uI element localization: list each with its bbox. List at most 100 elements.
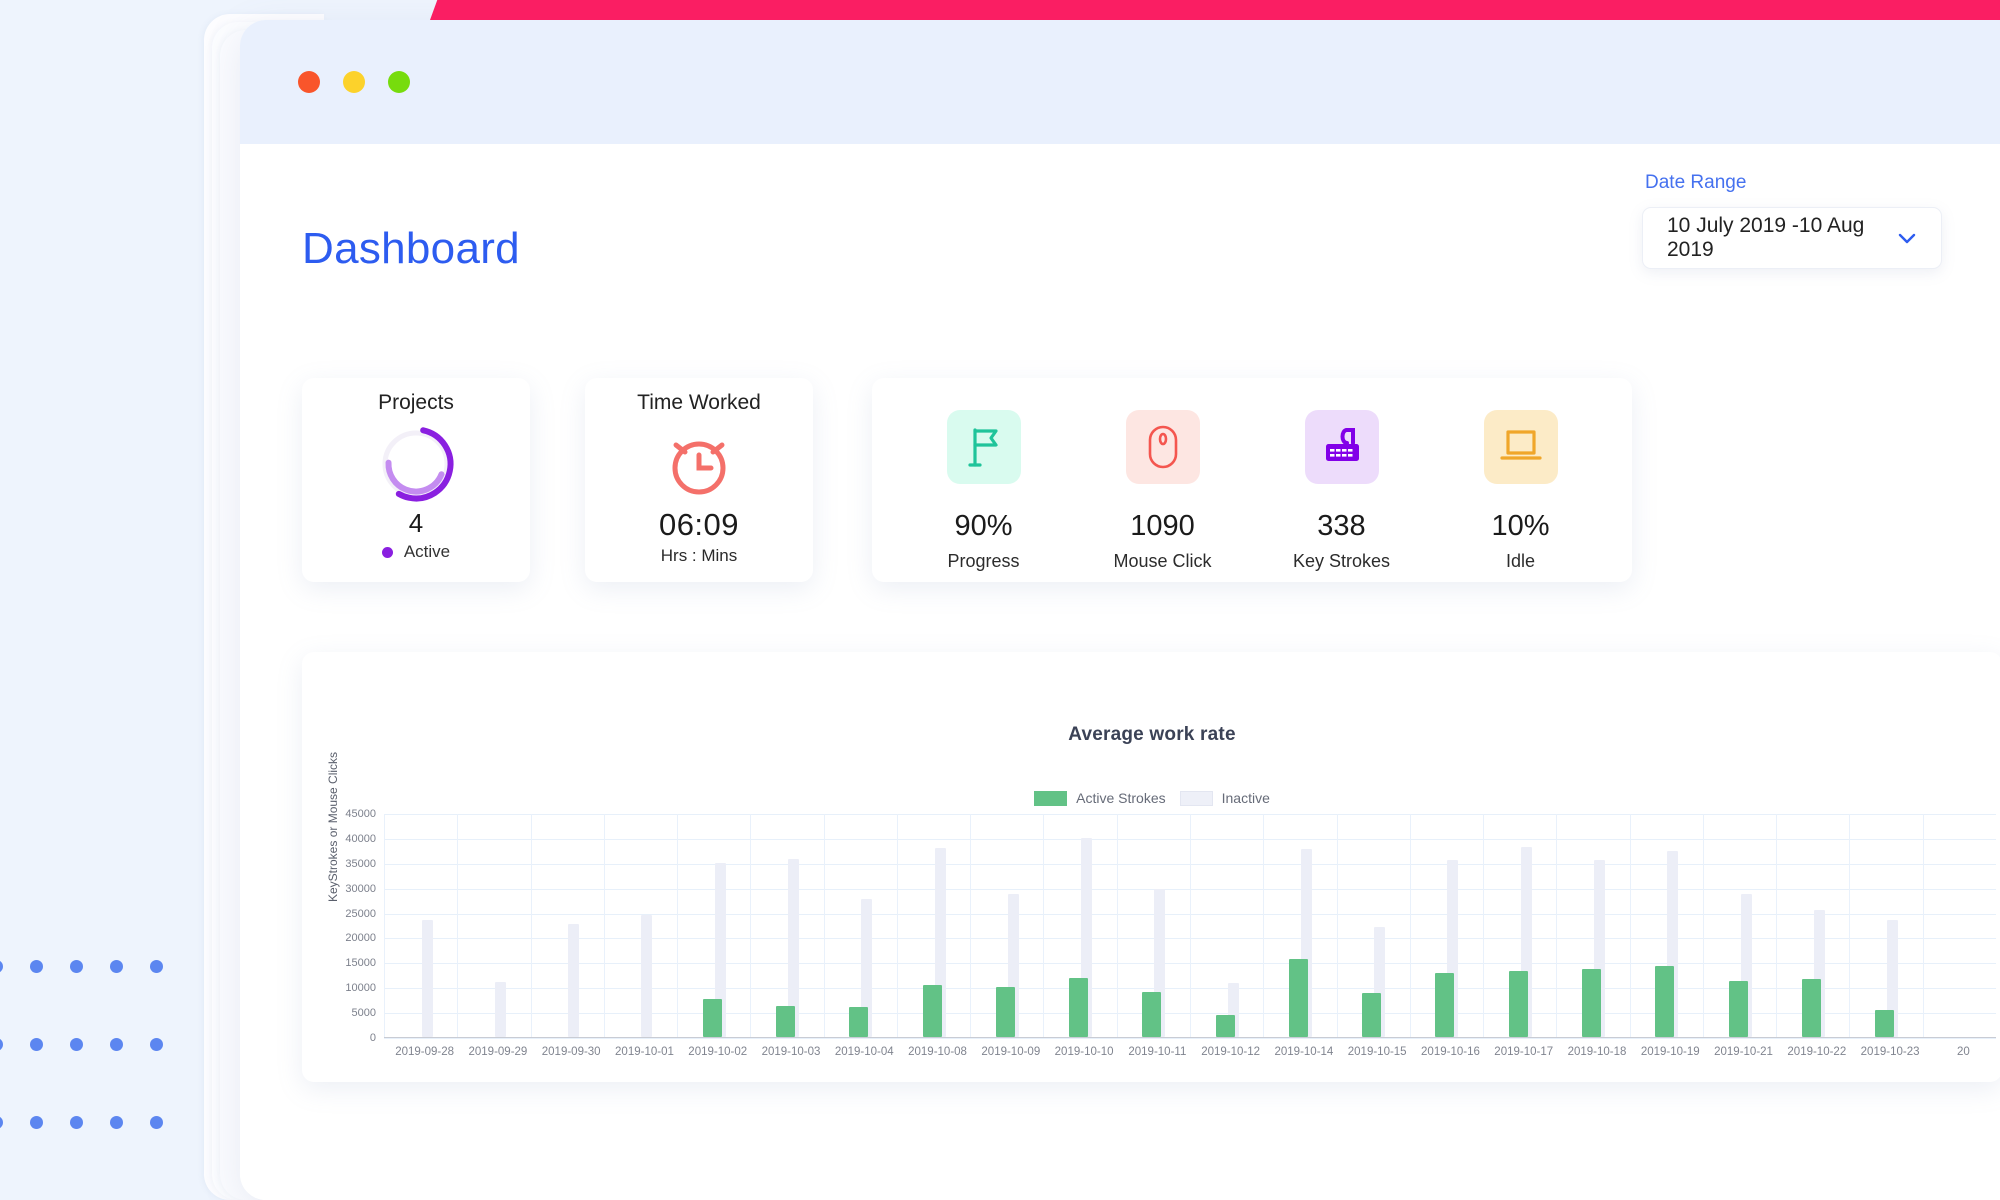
grid-line-vertical bbox=[1483, 814, 1485, 1037]
metric-key-strokes: 338 Key Strokes bbox=[1267, 410, 1417, 572]
grid-line-vertical bbox=[1922, 814, 1924, 1037]
decorative-dot bbox=[110, 1116, 123, 1129]
x-axis-tick: 2019-10-19 bbox=[1640, 1046, 1700, 1058]
metric-mouse-click-value: 1090 bbox=[1130, 510, 1195, 542]
decorative-dot bbox=[30, 1116, 43, 1129]
decorative-dot bbox=[150, 1116, 163, 1129]
legend-item-active-strokes[interactable]: Active Strokes bbox=[1034, 790, 1166, 806]
flag-icon bbox=[967, 428, 998, 467]
mouse-icon bbox=[1148, 425, 1177, 469]
x-axis-tick: 2019-10-17 bbox=[1494, 1046, 1554, 1058]
x-axis-tick: 2019-09-29 bbox=[468, 1046, 528, 1058]
x-axis-tick: 2019-10-21 bbox=[1714, 1046, 1773, 1058]
bar-active[interactable] bbox=[1582, 969, 1601, 1037]
bar-active[interactable] bbox=[1069, 977, 1089, 1037]
projects-donut bbox=[302, 423, 530, 505]
browser-window: Dashboard Date Range 10 July 2019 -10 Au… bbox=[240, 20, 2000, 1200]
y-axis-tick: 20000 bbox=[345, 932, 376, 945]
grid-line-vertical bbox=[750, 814, 752, 1037]
x-axis-tick: 2019-10-04 bbox=[834, 1046, 894, 1058]
date-range-value: 10 July 2019 -10 Aug 2019 bbox=[1667, 214, 1865, 261]
bar-active[interactable] bbox=[1801, 978, 1821, 1037]
grid-line-vertical bbox=[1116, 814, 1118, 1037]
bar-active[interactable] bbox=[1508, 971, 1528, 1037]
metric-progress-label: Progress bbox=[947, 551, 1020, 571]
bar-active[interactable] bbox=[1288, 958, 1308, 1037]
x-axis-tick: 2019-10-18 bbox=[1567, 1046, 1627, 1058]
projects-legend-label: Active bbox=[403, 542, 451, 561]
grid-line-vertical bbox=[530, 814, 532, 1037]
date-range-select[interactable]: 10 July 2019 -10 Aug 2019 bbox=[1642, 207, 1942, 269]
page-content: Dashboard Date Range 10 July 2019 -10 Au… bbox=[240, 144, 2000, 1200]
bar-inactive[interactable] bbox=[641, 914, 653, 1037]
y-axis-tick: 30000 bbox=[345, 882, 376, 895]
bar-active[interactable] bbox=[995, 987, 1015, 1037]
legend-swatch-inactive bbox=[1179, 790, 1213, 806]
grid-line-vertical bbox=[1776, 814, 1778, 1037]
grid-line-vertical bbox=[1629, 814, 1631, 1037]
grid-line-vertical bbox=[823, 814, 825, 1037]
grid-line-vertical bbox=[1556, 814, 1558, 1037]
chart-legend: Active Strokes Inactive bbox=[302, 790, 2000, 806]
bar-active[interactable] bbox=[702, 998, 722, 1037]
bar-active[interactable] bbox=[1728, 980, 1748, 1037]
chart-title: Average work rate bbox=[1068, 724, 1236, 745]
bar-active[interactable] bbox=[1142, 991, 1162, 1037]
decorative-dot bbox=[110, 1038, 123, 1051]
bar-active[interactable] bbox=[1655, 965, 1675, 1037]
laptop-icon bbox=[1499, 430, 1542, 460]
chart-panel: Average work rate Active Strokes Inactiv… bbox=[302, 652, 2000, 1082]
laptop-icon-badge bbox=[1483, 410, 1558, 484]
bar-active[interactable] bbox=[1875, 1009, 1895, 1037]
projects-count: 4 bbox=[408, 508, 424, 538]
mouse-icon-badge bbox=[1125, 410, 1200, 484]
legend-item-inactive[interactable]: Inactive bbox=[1179, 790, 1270, 806]
y-axis-tick: 40000 bbox=[345, 832, 376, 845]
decorative-dot bbox=[150, 1038, 163, 1051]
maximize-window-button[interactable] bbox=[388, 71, 410, 93]
bar-inactive[interactable] bbox=[421, 920, 433, 1037]
date-range-control: Date Range 10 July 2019 -10 Aug 2019 bbox=[1642, 172, 1942, 269]
card-projects: Projects 4 Active bbox=[302, 378, 530, 582]
traffic-lights bbox=[298, 71, 410, 93]
bar-inactive[interactable] bbox=[568, 923, 580, 1037]
plot-area: KeyStrokes or Mouse Clicks 0 5000 10000 150… bbox=[302, 752, 2000, 1064]
minimize-window-button[interactable] bbox=[343, 71, 365, 93]
bar-active[interactable] bbox=[922, 985, 942, 1037]
bar-active[interactable] bbox=[1362, 992, 1382, 1037]
grid-line-vertical bbox=[1043, 814, 1045, 1037]
legend-label-inactive: Inactive bbox=[1221, 790, 1270, 806]
y-axis-label: KeyStrokes or Mouse Clicks bbox=[326, 751, 340, 902]
metrics-list: 90% Progress 1090 Mouse Click 338 Key St… bbox=[872, 378, 1632, 582]
legend-swatch-active bbox=[1034, 790, 1068, 806]
decorative-dot bbox=[30, 960, 43, 973]
y-axis-tick: 25000 bbox=[345, 907, 376, 920]
projects-legend: Active bbox=[302, 542, 530, 562]
bar-active[interactable] bbox=[1435, 973, 1455, 1037]
card-metrics: 90% Progress 1090 Mouse Click 338 Key St… bbox=[872, 378, 1632, 582]
bar-active[interactable] bbox=[849, 1007, 869, 1037]
decorative-pink-ribbon-body bbox=[470, 0, 2000, 20]
x-axis-tick: 2019-10-12 bbox=[1201, 1046, 1261, 1058]
grid-line-vertical bbox=[1702, 814, 1704, 1037]
metric-idle-label: Idle bbox=[1505, 551, 1536, 571]
grid-line-vertical bbox=[896, 814, 898, 1037]
bar-active[interactable] bbox=[776, 1005, 795, 1037]
decorative-dot bbox=[70, 1116, 83, 1129]
bar-active[interactable] bbox=[1215, 1015, 1235, 1037]
summary-cards-row: Projects 4 Active Time Worked 06:09 Hrs … bbox=[302, 378, 1942, 618]
bar-chart[interactable]: 0 5000 10000 15000 20000 25000 30000 35000 40000… bbox=[345, 808, 1996, 1058]
x-axis-tick: 2019-10-22 bbox=[1787, 1046, 1847, 1058]
grid-line-vertical bbox=[1190, 814, 1191, 1037]
x-axis-tick: 2019-10-01 bbox=[615, 1046, 674, 1058]
grid-line-vertical bbox=[1849, 814, 1851, 1037]
grid-line-vertical bbox=[677, 814, 679, 1037]
close-window-button[interactable] bbox=[298, 71, 320, 93]
bar-inactive[interactable] bbox=[494, 982, 506, 1037]
donut-chart-icon bbox=[378, 426, 454, 502]
decorative-dot bbox=[0, 1038, 3, 1051]
keyboard-icon bbox=[1325, 428, 1359, 461]
metric-mouse-click: 1090 Mouse Click bbox=[1088, 410, 1238, 572]
chevron-down-icon bbox=[1895, 226, 1919, 250]
grid-line-vertical bbox=[1263, 814, 1265, 1037]
